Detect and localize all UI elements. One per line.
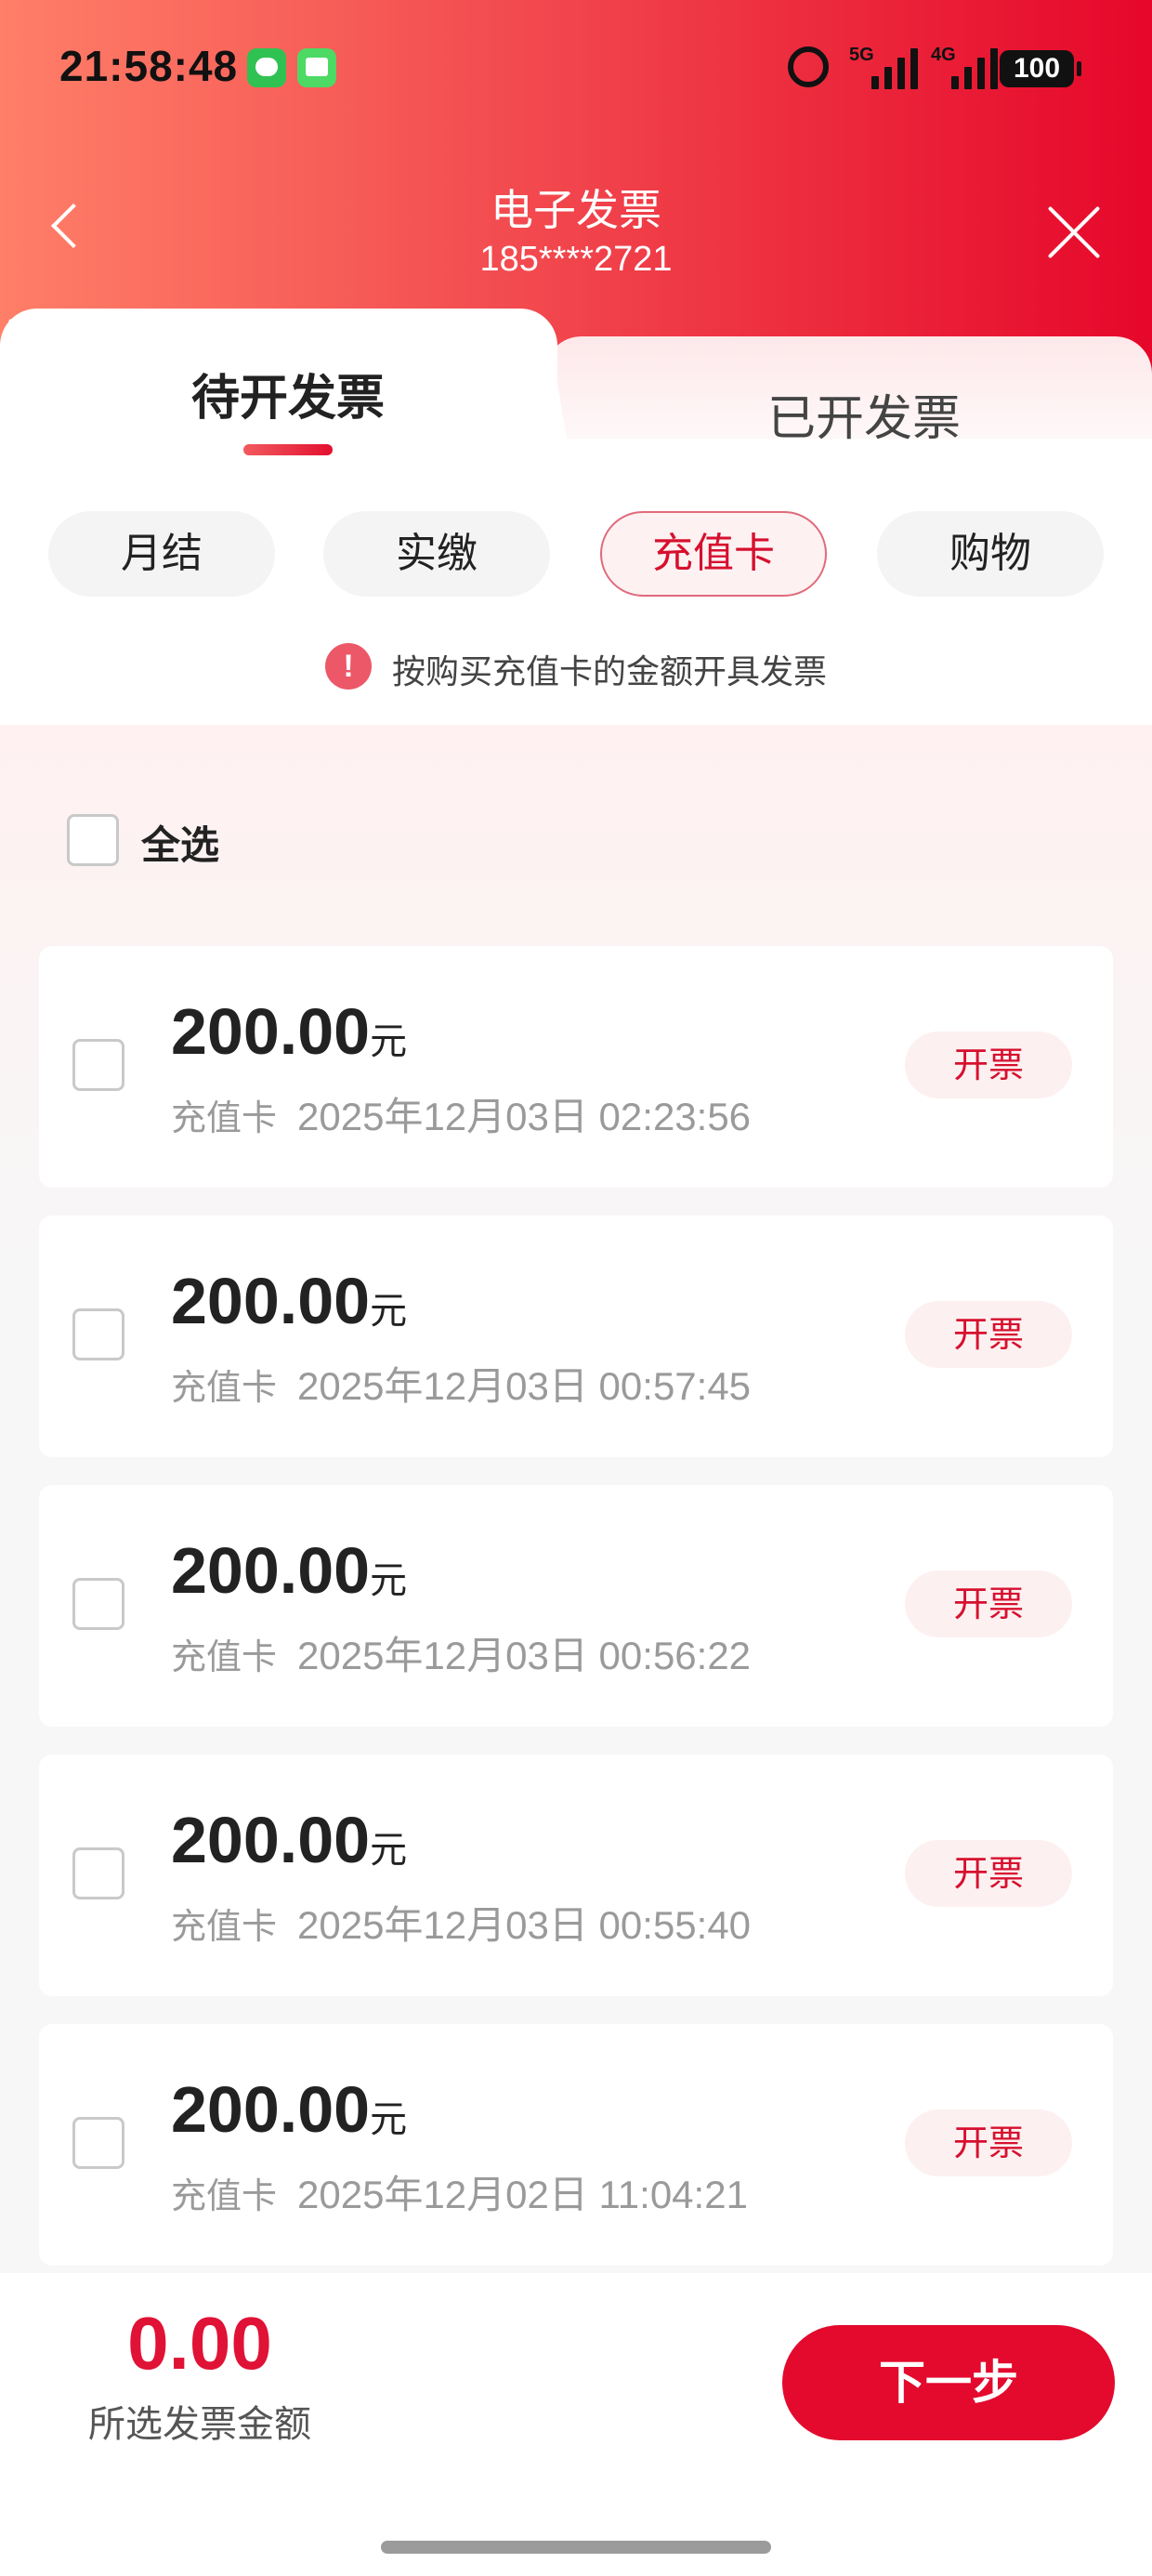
item-time: 2025年12月03日 00:55:40	[297, 1903, 752, 1947]
list-item: 200.00元 充值卡 2025年12月03日 00:56:22 开票	[39, 1485, 1113, 1727]
filter-monthly[interactable]: 月结	[48, 511, 275, 597]
item-type: 充值卡	[171, 1906, 278, 1947]
item-checkbox[interactable]	[72, 1308, 124, 1360]
item-amount: 200.00元	[171, 995, 408, 1068]
item-amount: 200.00元	[171, 1265, 408, 1337]
issue-invoice-button[interactable]: 开票	[905, 1301, 1072, 1368]
item-checkbox[interactable]	[72, 2117, 124, 2169]
amount-unit: 元	[370, 1290, 408, 1333]
item-type: 充值卡	[171, 1097, 278, 1138]
item-amount: 200.00元	[171, 1804, 408, 1876]
amount-unit: 元	[370, 1020, 408, 1063]
item-amount: 200.00元	[171, 2073, 408, 2146]
list-item: 200.00元 充值卡 2025年12月03日 00:55:40 开票	[39, 1755, 1113, 1996]
tab-underline	[243, 444, 333, 455]
list-item: 200.00元 充值卡 2025年12月02日 11:04:21 开票	[39, 2024, 1113, 2266]
signal-icon	[866, 48, 922, 89]
page-title: 电子发票	[491, 185, 661, 235]
issue-invoice-button[interactable]: 开票	[905, 1840, 1072, 1907]
wechat-icon	[247, 48, 286, 87]
issue-invoice-button[interactable]: 开票	[905, 1571, 1072, 1637]
battery-icon: 100	[1000, 50, 1081, 87]
issue-invoice-button[interactable]: 开票	[905, 1032, 1072, 1098]
item-time: 2025年12月03日 00:57:45	[297, 1364, 752, 1408]
item-type: 充值卡	[171, 2175, 278, 2216]
item-meta: 充值卡 2025年12月03日 00:56:22	[171, 1624, 751, 1681]
amount-unit: 元	[370, 1829, 408, 1872]
item-time: 2025年12月02日 11:04:21	[297, 2173, 748, 2216]
item-meta: 充值卡 2025年12月03日 00:57:45	[171, 1355, 751, 1412]
selected-total-amount: 0.00	[127, 2302, 272, 2385]
list-item: 200.00元 充值卡 2025年12月03日 00:57:45 开票	[39, 1216, 1113, 1457]
warning-icon: !	[325, 643, 372, 690]
tab-issued-invoices[interactable]: 已开发票	[715, 379, 1013, 449]
list-item: 200.00元 充值卡 2025年12月03日 02:23:56 开票	[39, 946, 1113, 1188]
next-button[interactable]: 下一步	[782, 2325, 1115, 2440]
item-meta: 充值卡 2025年12月03日 00:55:40	[171, 1894, 751, 1951]
item-meta: 充值卡 2025年12月02日 11:04:21	[171, 2163, 748, 2220]
filter-recharge-card[interactable]: 充值卡	[600, 511, 827, 597]
filter-shopping[interactable]: 购物	[877, 511, 1104, 597]
issue-invoice-button[interactable]: 开票	[905, 2109, 1072, 2176]
tab-pending-invoices[interactable]: 待开发票	[139, 359, 437, 428]
message-icon	[297, 48, 336, 87]
close-icon[interactable]	[1044, 203, 1104, 262]
item-checkbox[interactable]	[72, 1039, 124, 1091]
item-time: 2025年12月03日 02:23:56	[297, 1095, 752, 1138]
alarm-icon	[788, 46, 829, 87]
phone-number: 185****2721	[479, 240, 673, 279]
item-time: 2025年12月03日 00:56:22	[297, 1634, 752, 1677]
select-all-label: 全选	[141, 822, 220, 868]
item-meta: 充值卡 2025年12月03日 02:23:56	[171, 1085, 751, 1142]
item-type: 充值卡	[171, 1636, 278, 1677]
filter-payment[interactable]: 实缴	[323, 511, 550, 597]
item-checkbox[interactable]	[72, 1578, 124, 1630]
selected-total-label: 所选发票金额	[88, 2403, 311, 2446]
amount-unit: 元	[370, 1559, 408, 1602]
status-time: 21:58:48	[59, 42, 239, 90]
amount-unit: 元	[370, 2098, 408, 2141]
home-indicator[interactable]	[381, 2541, 771, 2554]
item-checkbox[interactable]	[72, 1847, 124, 1899]
notice-text: 按购买充值卡的金额开具发票	[392, 653, 828, 691]
item-amount: 200.00元	[171, 1534, 408, 1607]
signal-icon	[946, 48, 1001, 89]
select-all-checkbox[interactable]	[67, 814, 119, 866]
item-type: 充值卡	[171, 1367, 278, 1408]
